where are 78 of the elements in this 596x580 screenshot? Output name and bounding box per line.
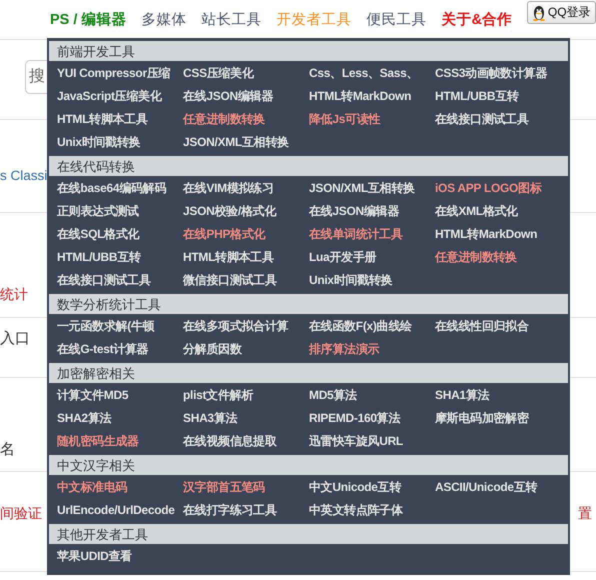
menu-link[interactable]: 中文标准电码 bbox=[57, 476, 183, 499]
menu-link[interactable]: 在线G-test计算器 bbox=[57, 338, 183, 361]
menu-link[interactable]: 在线多项式拟合计算 bbox=[183, 315, 309, 338]
tool-link[interactable]: 置 bbox=[578, 505, 592, 523]
menu-link[interactable]: SHA3算法 bbox=[183, 407, 309, 430]
menu-link[interactable]: HTML转MarkDown bbox=[435, 223, 561, 246]
menu-link[interactable]: RIPEMD-160算法 bbox=[309, 407, 435, 430]
menu-link[interactable]: HTML转MarkDown bbox=[309, 85, 435, 108]
menu-link[interactable]: 在线base64编码解码 bbox=[57, 177, 183, 200]
menu-link[interactable]: 在线SQL格式化 bbox=[57, 223, 183, 246]
menu-link[interactable]: 一元函数求解(牛顿 bbox=[57, 315, 183, 338]
menu-link[interactable]: Unix时间戳转换 bbox=[309, 269, 435, 292]
menu-link[interactable]: 排序算法演示 bbox=[309, 338, 435, 361]
menu-link[interactable]: Css、Less、Sass、 bbox=[309, 62, 435, 85]
menu-link[interactable]: YUI Compressor压缩 bbox=[57, 62, 183, 85]
menu-link[interactable]: 摩斯电码加密解密 bbox=[435, 407, 561, 430]
menu-link[interactable]: HTML转脚本工具 bbox=[57, 108, 183, 131]
menu-link[interactable]: 中文Unicode互转 bbox=[309, 476, 435, 499]
menu-link[interactable]: 在线JSON编辑器 bbox=[309, 200, 435, 223]
section-header: 前端开发工具 bbox=[49, 41, 568, 61]
section-header: 中文汉字相关 bbox=[49, 455, 568, 475]
menu-link[interactable]: 分解质因数 bbox=[183, 338, 309, 361]
menu-link[interactable]: Unix时间戳转换 bbox=[57, 131, 183, 154]
menu-link[interactable]: CSS压缩美化 bbox=[183, 62, 309, 85]
menu-link[interactable]: 在线PHP格式化 bbox=[183, 223, 309, 246]
section-header: 数学分析统计工具 bbox=[49, 294, 568, 314]
menu-link[interactable]: 微信接口测试工具 bbox=[183, 269, 309, 292]
menu-link[interactable]: UrlEncode/UrlDecode bbox=[57, 499, 183, 522]
tool-link[interactable]: 统计 bbox=[0, 286, 28, 304]
menu-link[interactable]: JSON/XML互相转换 bbox=[309, 177, 435, 200]
menu-link[interactable]: Lua开发手册 bbox=[309, 246, 435, 269]
menu-link[interactable]: HTML转脚本工具 bbox=[183, 246, 309, 269]
menu-link[interactable]: 在线JSON编辑器 bbox=[183, 85, 309, 108]
menu-link[interactable]: iOS APP LOGO图标 bbox=[435, 177, 561, 200]
menu-link[interactable]: MD5算法 bbox=[309, 384, 435, 407]
menu-link[interactable]: 在线VIM模拟练习 bbox=[183, 177, 309, 200]
menu-link[interactable]: CSS3动画帧数计算器 bbox=[435, 62, 561, 85]
nav-link[interactable]: 多媒体 bbox=[141, 10, 186, 29]
menu-link[interactable]: 在线线性回归拟合 bbox=[435, 315, 561, 338]
menu-link[interactable]: SHA1算法 bbox=[435, 384, 561, 407]
menu-link[interactable]: 计算文件MD5 bbox=[57, 384, 183, 407]
qq-login-button[interactable]: QQ登录 bbox=[526, 1, 596, 24]
nav-link[interactable]: 关于&合作 bbox=[441, 10, 512, 29]
nav-link[interactable]: 便民工具 bbox=[366, 10, 426, 29]
tool-link[interactable]: 间验证 bbox=[0, 505, 42, 523]
tool-link[interactable]: 入口 bbox=[0, 329, 30, 348]
menu-link[interactable]: 任意进制数转换 bbox=[435, 246, 561, 269]
menu-link[interactable]: 在线打字练习工具 bbox=[183, 499, 309, 522]
menu-link[interactable]: 在线视频信息提取 bbox=[183, 430, 309, 453]
link-text[interactable]: s Classi bbox=[0, 168, 48, 182]
menu-link[interactable]: 在线XML格式化 bbox=[435, 200, 561, 223]
nav-link[interactable]: PS / 编辑器 bbox=[50, 10, 126, 29]
menu-link[interactable]: HTML/UBB互转 bbox=[57, 246, 183, 269]
menu-link[interactable]: 随机密码生成器 bbox=[57, 430, 183, 453]
menu-link[interactable]: JavaScript压缩美化 bbox=[57, 85, 183, 108]
menu-link[interactable]: JSON校验/格式化 bbox=[183, 200, 309, 223]
menu-link[interactable]: SHA2算法 bbox=[57, 407, 183, 430]
section-header: 其他开发者工具 bbox=[49, 524, 568, 544]
menu-link[interactable]: JSON/XML互相转换 bbox=[183, 131, 309, 154]
menu-link[interactable]: 在线接口测试工具 bbox=[57, 269, 183, 292]
menu-link[interactable]: 汉字部首五笔码 bbox=[183, 476, 309, 499]
menu-link[interactable]: 在线函数F(x)曲线绘 bbox=[309, 315, 435, 338]
nav-link[interactable]: 站长工具 bbox=[201, 10, 262, 29]
menu-link[interactable]: 降低Js可读性 bbox=[309, 108, 435, 131]
menu-link[interactable]: 正则表达式测试 bbox=[57, 200, 183, 223]
menu-link[interactable]: 任意进制数转换 bbox=[183, 108, 309, 131]
section-header: 加密解密相关 bbox=[49, 363, 568, 383]
menu-link[interactable]: 苹果UDID查看 bbox=[57, 545, 183, 568]
menu-link[interactable]: 迅雷快车旋风URL bbox=[309, 430, 435, 453]
menu-link[interactable]: 在线接口测试工具 bbox=[435, 108, 561, 131]
tool-link[interactable]: 名 bbox=[0, 440, 15, 459]
menu-link[interactable]: 在线单词统计工具 bbox=[309, 223, 435, 246]
penguin-icon bbox=[532, 4, 546, 20]
section-header: 在线代码转换 bbox=[49, 156, 568, 176]
menu-link[interactable]: plist文件解析 bbox=[183, 384, 309, 407]
menu-link[interactable]: ASCII/Unicode互转 bbox=[435, 476, 561, 499]
menu-link[interactable]: 中英文转点阵子体 bbox=[309, 499, 435, 522]
menu-link[interactable]: HTML/UBB互转 bbox=[435, 85, 561, 108]
